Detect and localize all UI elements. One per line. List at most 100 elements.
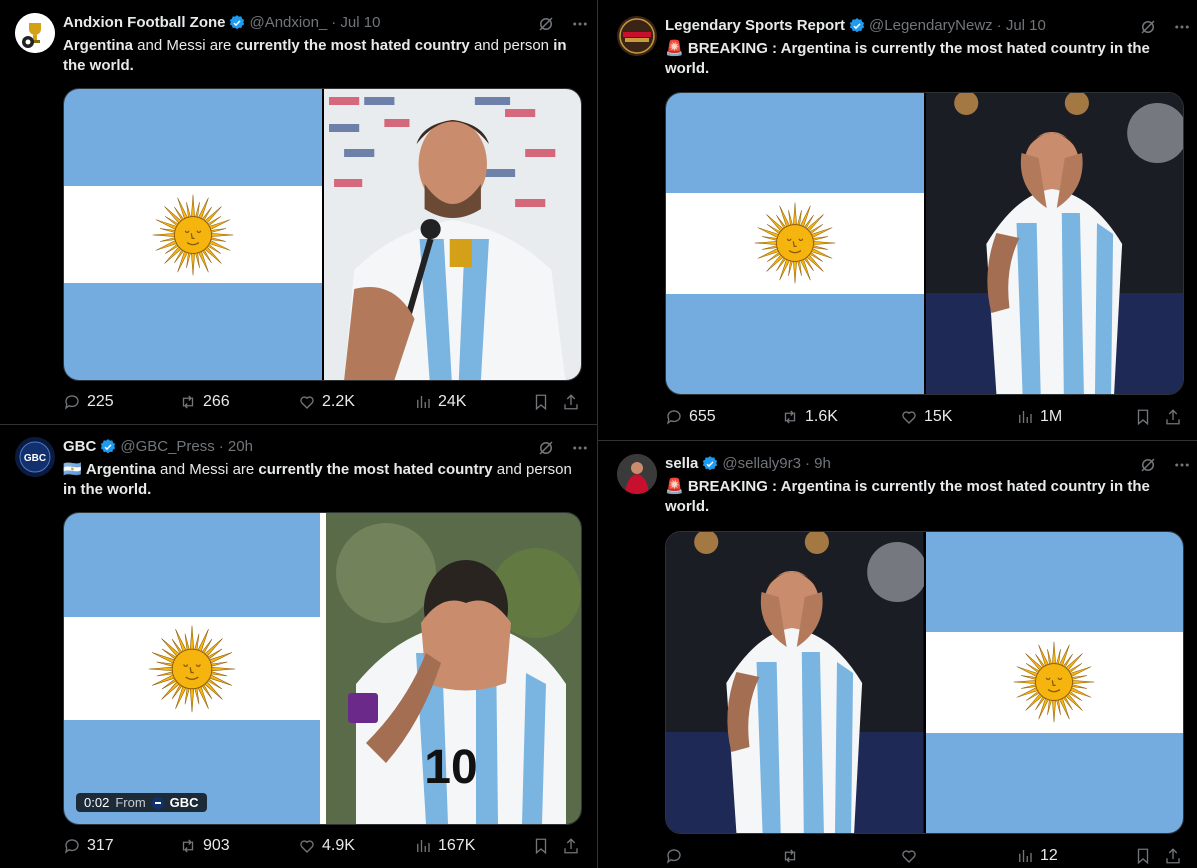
tweet-video[interactable]: 10 0:02 From GBC — [63, 512, 582, 825]
timestamp[interactable]: · 9h — [805, 454, 831, 474]
avatar[interactable]: GBC — [15, 437, 55, 477]
argentina-flag-image[interactable] — [64, 513, 320, 824]
sun-ray — [754, 241, 777, 246]
handle[interactable]: @Andxion_ — [249, 13, 327, 33]
sun-ray — [1021, 684, 1037, 690]
repost-button[interactable]: 1.6K — [781, 408, 838, 426]
repost-button[interactable]: 903 — [179, 837, 230, 855]
verified-badge-icon — [230, 15, 245, 30]
tweet-divider — [598, 440, 1197, 441]
reply-button[interactable] — [665, 847, 689, 865]
bookmark-icon[interactable] — [1134, 847, 1152, 865]
sun-ray — [159, 236, 176, 242]
sun-ray — [194, 201, 200, 217]
argentina-flag-image[interactable] — [666, 93, 924, 394]
tweet-media[interactable] — [665, 92, 1184, 395]
like-button[interactable]: 2.2K — [298, 393, 355, 411]
messi-hands-face-photo[interactable] — [666, 532, 924, 833]
tweet-text: 🇦🇷 Argentina and Messi are currently the… — [63, 461, 572, 498]
repost-button[interactable] — [781, 847, 805, 865]
sun-ray — [761, 245, 778, 251]
sun-ray — [792, 203, 797, 226]
reply-icon — [666, 849, 681, 864]
argentina-flag-image[interactable] — [64, 89, 322, 380]
repost-count: 1.6K — [805, 408, 838, 425]
heart-icon — [902, 850, 916, 863]
sun-ray — [211, 666, 236, 671]
timestamp[interactable]: · Jul 10 — [331, 13, 380, 33]
sun-ray — [792, 261, 797, 284]
display-name[interactable]: sella — [665, 454, 698, 474]
player-photo-icon: 10 — [326, 513, 581, 824]
bookmark-icon[interactable] — [1134, 408, 1152, 426]
sun-ray — [1071, 675, 1088, 681]
reply-button[interactable]: 317 — [63, 837, 114, 855]
verified-badge-icon — [849, 18, 865, 33]
views-button[interactable]: 12 — [1016, 847, 1058, 865]
view-count: 12 — [1040, 847, 1058, 864]
grok-icon[interactable] — [1139, 18, 1157, 36]
more-icon[interactable] — [571, 439, 589, 457]
views-button[interactable]: 1M — [1016, 408, 1062, 426]
grok-icon[interactable] — [537, 439, 555, 457]
like-button[interactable] — [900, 847, 924, 865]
sun-ray — [210, 232, 234, 237]
messi-interview-photo[interactable] — [323, 89, 581, 380]
sun-face — [1035, 663, 1074, 702]
messi-covering-face-photo[interactable]: 10 — [326, 513, 581, 824]
handle[interactable]: @LegendaryNewz — [869, 16, 993, 36]
sun-of-may-icon — [148, 625, 236, 712]
repost-button[interactable]: 266 — [179, 393, 230, 411]
share-icon[interactable] — [562, 393, 580, 411]
tweet-text: 🚨 BREAKING : Argentina is currently the … — [665, 478, 1150, 515]
sun-ray — [210, 670, 228, 676]
like-button[interactable]: 4.9K — [298, 837, 355, 855]
display-name[interactable]: Andxion Football Zone — [63, 13, 225, 33]
handle[interactable]: @GBC_Press — [120, 437, 214, 457]
timestamp[interactable]: · Jul 10 — [997, 16, 1046, 36]
bookmark-icon[interactable] — [532, 393, 550, 411]
repost-icon — [784, 849, 796, 863]
heart-icon — [902, 411, 916, 424]
views-button[interactable]: 167K — [414, 837, 475, 855]
messi-hands-face-photo[interactable] — [925, 93, 1183, 394]
sun-ray — [1052, 642, 1057, 665]
handle[interactable]: @sellaly9r3 — [722, 454, 801, 474]
share-icon[interactable] — [1164, 408, 1182, 426]
tweet-media[interactable] — [665, 531, 1184, 834]
sun-ray — [190, 194, 195, 217]
avatar[interactable] — [617, 16, 657, 56]
sun-ray — [190, 252, 195, 275]
timestamp[interactable]: · 20h — [219, 437, 253, 457]
reply-icon — [666, 410, 681, 425]
avatar[interactable] — [15, 13, 55, 53]
like-button[interactable]: 15K — [900, 408, 952, 426]
avatar[interactable] — [617, 454, 657, 494]
more-icon[interactable] — [1173, 456, 1191, 474]
sun-ray — [189, 625, 195, 650]
like-count: 15K — [924, 408, 953, 425]
views-button[interactable]: 24K — [414, 393, 466, 411]
sun-ray — [1071, 684, 1088, 690]
sun-ray — [148, 666, 173, 671]
sun-ray — [210, 227, 226, 233]
views-chart-icon — [417, 840, 430, 852]
display-name[interactable]: GBC — [63, 437, 96, 457]
argentina-flag-image[interactable] — [925, 532, 1183, 833]
display-name[interactable]: Legendary Sports Report — [665, 16, 845, 36]
share-icon[interactable] — [562, 837, 580, 855]
bookmark-icon[interactable] — [532, 837, 550, 855]
sun-ray — [156, 670, 174, 676]
reply-button[interactable]: 655 — [665, 408, 716, 426]
more-icon[interactable] — [571, 15, 589, 33]
grok-icon[interactable] — [1139, 456, 1157, 474]
sun-ray — [194, 252, 200, 268]
share-icon[interactable] — [1164, 847, 1182, 865]
grok-icon[interactable] — [537, 15, 555, 33]
reply-button[interactable]: 225 — [63, 393, 114, 411]
gbc-mini-logo-icon — [151, 796, 164, 809]
sun-ray — [194, 687, 200, 704]
more-icon[interactable] — [1173, 18, 1191, 36]
reply-count: 225 — [87, 393, 114, 410]
tweet-media[interactable] — [63, 88, 582, 381]
